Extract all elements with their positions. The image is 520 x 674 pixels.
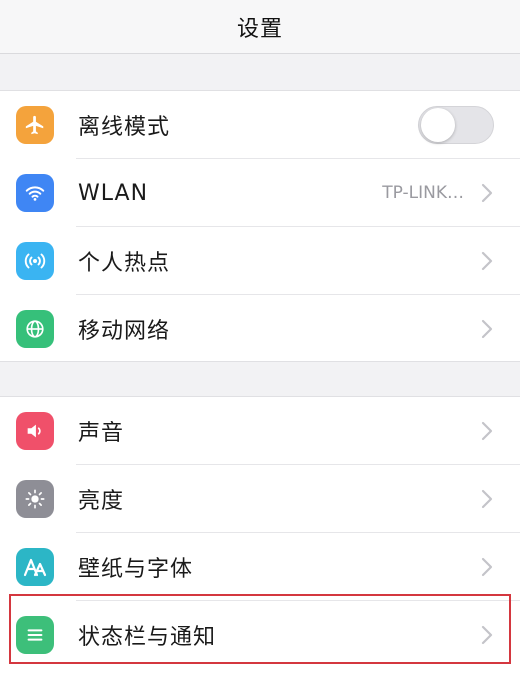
settings-row-label: 个人热点	[78, 251, 171, 276]
airplane-mode-toggle[interactable]	[418, 106, 494, 144]
settings-row-label: 壁纸与字体	[78, 557, 194, 582]
page-title: 设置	[236, 16, 283, 42]
airplane-icon	[16, 106, 54, 144]
settings-row-label: WLAN	[78, 180, 149, 206]
chevron-right-icon	[480, 319, 494, 339]
settings-row-hotspot[interactable]: 个人热点	[0, 227, 520, 295]
display-settings-group: 声音 亮度 壁纸与字体 状态栏与通知	[0, 396, 520, 674]
settings-screen: 设置 离线模式 WLAN TP-LINK… 个人热点 移动网络 声音 亮度 壁纸…	[0, 0, 520, 674]
settings-row-label: 状态栏与通知	[78, 625, 217, 650]
settings-row-mobile-network[interactable]: 移动网络	[0, 295, 520, 363]
settings-row-wallpaper-font[interactable]: 壁纸与字体	[0, 533, 520, 601]
sun-icon	[16, 480, 54, 518]
network-settings-group: 离线模式 WLAN TP-LINK… 个人热点 移动网络	[0, 90, 520, 362]
wifi-icon	[16, 174, 54, 212]
font-icon	[16, 548, 54, 586]
settings-row-status-bar-notifications[interactable]: 状态栏与通知	[0, 601, 520, 669]
chevron-right-icon	[480, 489, 494, 509]
status-bar-icon	[16, 616, 54, 654]
wlan-network-name: TP-LINK…	[382, 183, 464, 203]
navigation-bar: 设置	[0, 0, 520, 54]
settings-row-label: 声音	[78, 421, 125, 446]
chevron-right-icon	[480, 251, 494, 271]
settings-row-airplane-mode[interactable]: 离线模式	[0, 91, 520, 159]
chevron-right-icon	[480, 625, 494, 645]
chevron-right-icon	[480, 421, 494, 441]
settings-row-label: 离线模式	[78, 115, 171, 140]
toggle-knob	[421, 108, 455, 142]
settings-row-label: 亮度	[78, 489, 125, 514]
speaker-icon	[16, 412, 54, 450]
settings-row-wlan[interactable]: WLAN TP-LINK…	[0, 159, 520, 227]
settings-row-sound[interactable]: 声音	[0, 397, 520, 465]
chevron-right-icon	[480, 183, 494, 203]
globe-icon	[16, 310, 54, 348]
settings-row-brightness[interactable]: 亮度	[0, 465, 520, 533]
settings-row-label: 移动网络	[78, 319, 171, 344]
chevron-right-icon	[480, 557, 494, 577]
hotspot-icon	[16, 242, 54, 280]
